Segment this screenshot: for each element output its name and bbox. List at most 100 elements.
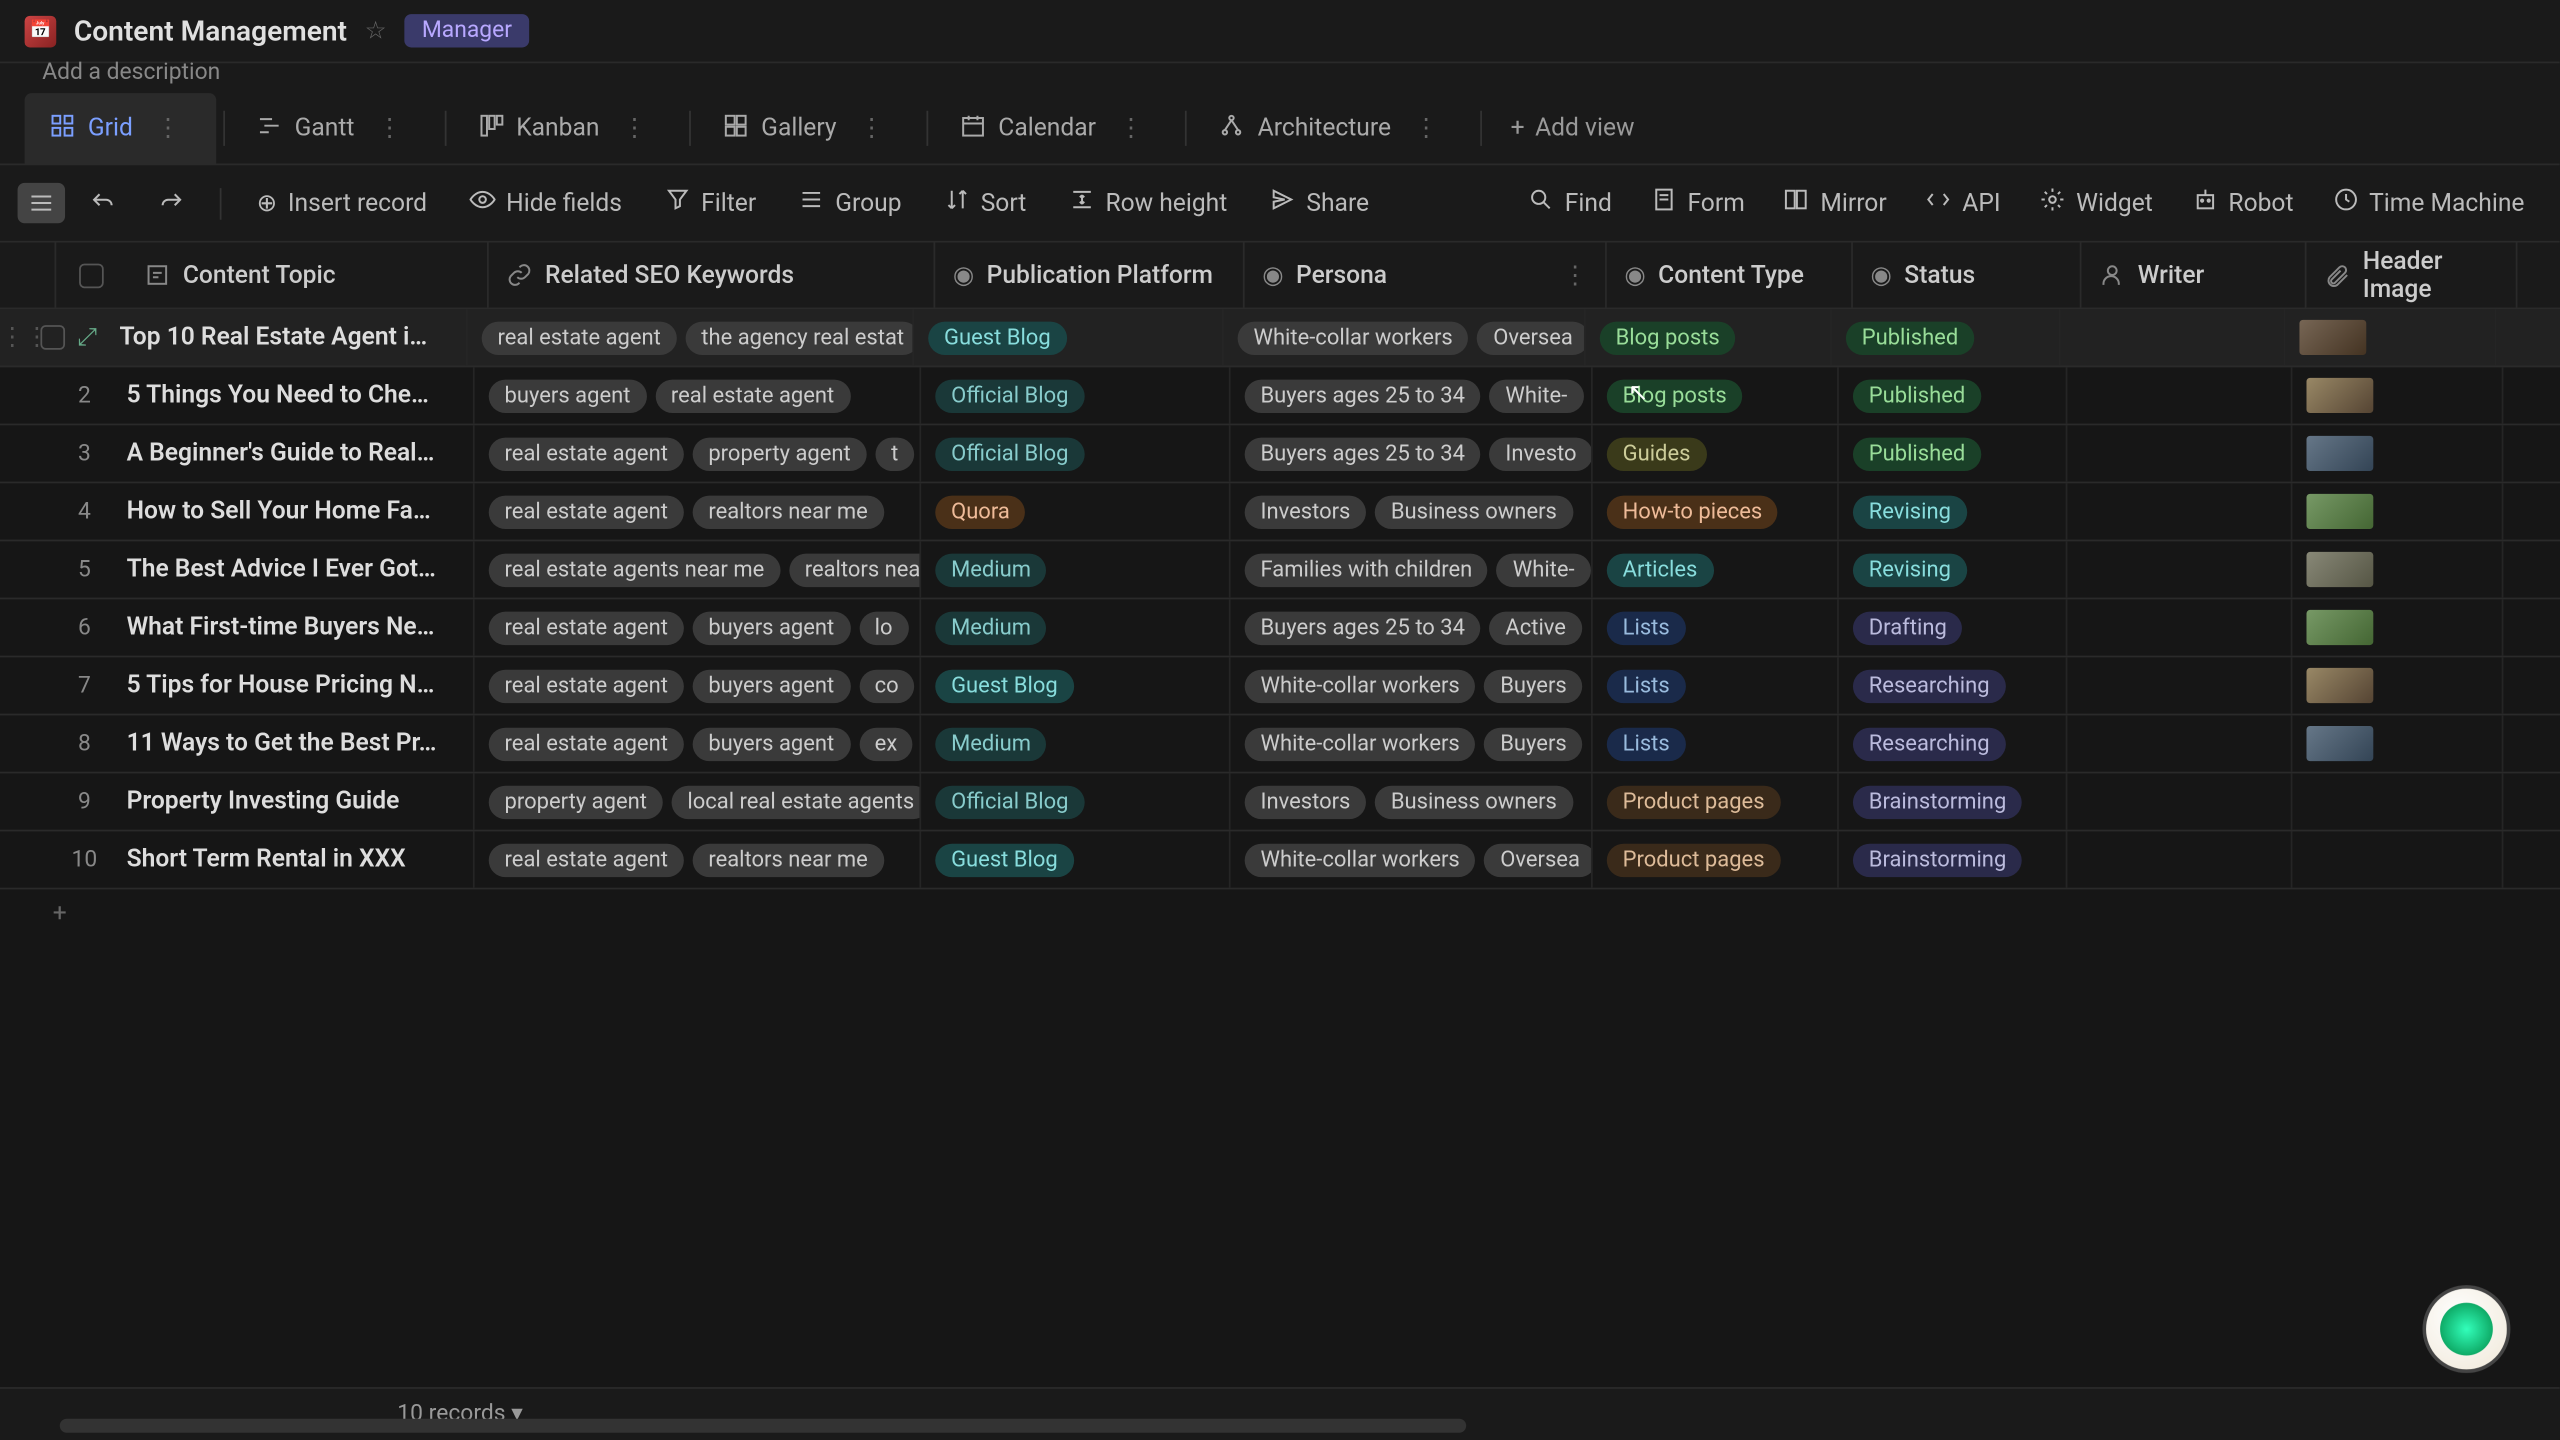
cell-writer[interactable] — [2067, 832, 2292, 888]
cell-platform[interactable]: Medium — [921, 541, 1230, 597]
select-all-checkbox[interactable] — [56, 243, 126, 308]
keyword-tag[interactable]: real estate agent — [655, 379, 850, 412]
platform-tag[interactable]: Official Blog — [935, 785, 1084, 818]
cell-keywords[interactable]: buyers agentreal estate agent — [475, 367, 922, 423]
api-button[interactable]: API — [1908, 176, 2018, 230]
cell-image[interactable] — [2292, 541, 2503, 597]
time-machine-button[interactable]: Time Machine — [2315, 176, 2542, 230]
persona-tag[interactable]: Active — [1490, 611, 1582, 644]
keyword-tag[interactable]: t — [875, 437, 914, 470]
column-image[interactable]: Header Image — [2306, 243, 2517, 308]
find-button[interactable]: Find — [1510, 176, 1629, 230]
table-row[interactable]: 7 5 Tips for House Pricing N… real estat… — [0, 657, 2560, 715]
platform-tag[interactable]: Guest Blog — [928, 321, 1066, 354]
tab-gantt[interactable]: Gantt ⋮ — [231, 93, 437, 163]
keyword-tag[interactable]: real estate agent — [489, 843, 684, 876]
platform-tag[interactable]: Official Blog — [935, 437, 1084, 470]
cell-platform[interactable]: Official Blog — [921, 774, 1230, 830]
table-row[interactable]: 6 What First-time Buyers Ne… real estate… — [0, 599, 2560, 657]
keyword-tag[interactable]: real estate agent — [489, 611, 684, 644]
persona-tag[interactable]: White-collar workers — [1238, 321, 1469, 354]
persona-tag[interactable]: Buyers ages 25 to 34 — [1245, 611, 1481, 644]
keyword-tag[interactable]: real estate agent — [489, 669, 684, 702]
data-grid[interactable]: Content Topic Related SEO Keywords ◉Publ… — [0, 243, 2560, 1440]
cell-type[interactable]: Product pages — [1593, 774, 1839, 830]
form-button[interactable]: Form — [1633, 176, 1762, 230]
cell-platform[interactable]: Medium — [921, 716, 1230, 772]
persona-tag[interactable]: Families with children — [1245, 553, 1488, 586]
status-tag[interactable]: Revising — [1853, 495, 1967, 528]
tab-architecture[interactable]: Architecture ⋮ — [1194, 93, 1473, 163]
status-tag[interactable]: Revising — [1853, 553, 1967, 586]
cell-topic[interactable]: How to Sell Your Home Fa… — [113, 483, 475, 539]
cell-persona[interactable]: Buyers ages 25 to 34White- — [1231, 367, 1593, 423]
persona-tag[interactable]: White- — [1497, 553, 1591, 586]
persona-tag[interactable]: Buyers — [1484, 669, 1582, 702]
type-tag[interactable]: How-to pieces — [1607, 495, 1778, 528]
cell-status[interactable]: Brainstorming — [1839, 832, 2068, 888]
redo-button[interactable] — [141, 179, 203, 226]
cell-writer[interactable] — [2067, 657, 2292, 713]
platform-tag[interactable]: Medium — [935, 553, 1047, 586]
table-row[interactable]: 3 A Beginner's Guide to Real… real estat… — [0, 425, 2560, 483]
cell-platform[interactable]: Medium — [921, 599, 1230, 655]
cell-persona[interactable]: White-collar workersBuyers — [1231, 657, 1593, 713]
platform-tag[interactable]: Guest Blog — [935, 669, 1073, 702]
cell-writer[interactable] — [2060, 309, 2285, 365]
cell-image[interactable] — [2292, 716, 2503, 772]
tab-calendar[interactable]: Calendar ⋮ — [935, 93, 1179, 163]
keyword-tag[interactable]: real estate agents near me — [489, 553, 780, 586]
widget-button[interactable]: Widget — [2022, 176, 2171, 230]
cell-status[interactable]: Revising — [1839, 483, 2068, 539]
cell-keywords[interactable]: real estate agentbuyers agentex — [475, 716, 922, 772]
more-icon[interactable]: ⋮ — [367, 107, 413, 149]
header-image-thumb[interactable] — [2306, 668, 2373, 703]
table-row[interactable]: 2 5 Things You Need to Che… buyers agent… — [0, 367, 2560, 425]
keyword-tag[interactable]: real estate agent — [482, 321, 677, 354]
header-image-thumb[interactable] — [2306, 378, 2373, 413]
persona-tag[interactable]: Business owners — [1375, 785, 1573, 818]
cell-platform[interactable]: Quora — [921, 483, 1230, 539]
cell-keywords[interactable]: real estate agentthe agency real estat — [468, 309, 915, 365]
cell-type[interactable]: Articles — [1593, 541, 1839, 597]
cell-topic[interactable]: 11 Ways to Get the Best Pr… — [113, 716, 475, 772]
role-badge[interactable]: Manager — [404, 14, 529, 47]
cell-platform[interactable]: Official Blog — [921, 425, 1230, 481]
cell-image[interactable] — [2292, 774, 2503, 830]
cell-topic[interactable]: A Beginner's Guide to Real… — [113, 425, 475, 481]
persona-tag[interactable]: Buyers ages 25 to 34 — [1245, 437, 1481, 470]
keyword-tag[interactable]: buyers agent — [489, 379, 647, 412]
cell-image[interactable] — [2285, 309, 2496, 365]
type-tag[interactable]: Blog posts — [1600, 321, 1736, 354]
keyword-tag[interactable]: co — [859, 669, 915, 702]
persona-tag[interactable]: White- — [1490, 379, 1584, 412]
status-tag[interactable]: Brainstorming — [1853, 785, 2022, 818]
table-row[interactable]: 5 The Best Advice I Ever Got… real estat… — [0, 541, 2560, 599]
cell-topic[interactable]: Top 10 Real Estate Agent i… — [105, 309, 467, 365]
expand-icon[interactable]: ⤢ — [77, 323, 105, 351]
cell-keywords[interactable]: real estate agentproperty agentt — [475, 425, 922, 481]
cell-keywords[interactable]: real estate agentrealtors near me — [475, 832, 922, 888]
cell-image[interactable] — [2292, 657, 2503, 713]
cell-topic[interactable]: 5 Tips for House Pricing N… — [113, 657, 475, 713]
platform-tag[interactable]: Medium — [935, 727, 1047, 760]
cell-type[interactable]: Lists — [1593, 657, 1839, 713]
column-platform[interactable]: ◉Publication Platform — [935, 243, 1244, 308]
cell-persona[interactable]: Families with children White- — [1231, 541, 1593, 597]
cell-persona[interactable]: Buyers ages 25 to 34Investo — [1231, 425, 1593, 481]
platform-tag[interactable]: Medium — [935, 611, 1047, 644]
row-height-button[interactable]: Row height — [1051, 176, 1245, 230]
share-button[interactable]: Share — [1252, 176, 1387, 230]
keyword-tag[interactable]: buyers agent — [693, 669, 851, 702]
cell-platform[interactable]: Guest Blog — [921, 657, 1230, 713]
column-topic[interactable]: Content Topic — [127, 243, 489, 308]
more-icon[interactable]: ⋮ — [145, 107, 191, 149]
cell-persona[interactable]: Buyers ages 25 to 34 Active — [1231, 599, 1593, 655]
keyword-tag[interactable]: ex — [859, 727, 913, 760]
sort-button[interactable]: Sort — [926, 176, 1044, 230]
cell-persona[interactable]: InvestorsBusiness owners — [1231, 483, 1593, 539]
keyword-tag[interactable]: real estate agent — [489, 727, 684, 760]
type-tag[interactable]: Lists — [1607, 727, 1686, 760]
cell-type[interactable]: Lists — [1593, 599, 1839, 655]
platform-tag[interactable]: Official Blog — [935, 379, 1084, 412]
